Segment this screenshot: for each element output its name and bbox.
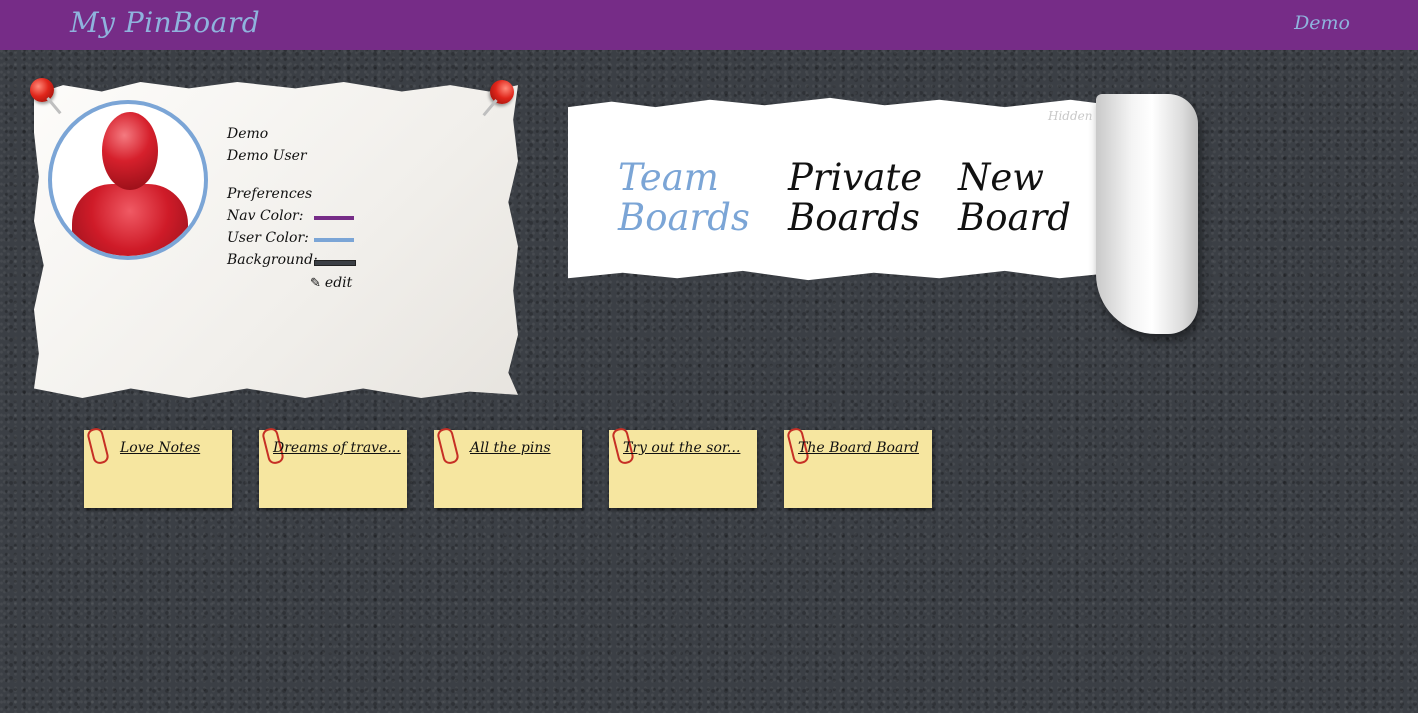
user-color-swatch [314, 238, 354, 242]
pushpin-icon [24, 76, 64, 116]
avatar-head-icon [102, 112, 158, 190]
team-boards-line2: Boards [618, 196, 750, 239]
edit-label: edit [324, 275, 353, 291]
paperclip-icon [435, 426, 461, 466]
board-note-title[interactable]: All the pins [470, 440, 551, 456]
pencil-icon: ✎ [310, 276, 321, 291]
team-boards-line1: Team [618, 156, 719, 199]
brand-logo-link[interactable]: My PinBoard [70, 6, 260, 39]
hidden-label: Hidden [1048, 109, 1093, 123]
private-boards-line2: Boards [788, 196, 920, 239]
nav-color-swatch [314, 216, 354, 220]
private-boards-link[interactable]: Private Boards [788, 158, 922, 238]
board-note[interactable]: Try out the sor... [609, 426, 757, 508]
board-note-title[interactable]: Dreams of trave... [273, 440, 401, 456]
user-color-label: User Color: [227, 230, 309, 246]
top-nav-bar: My PinBoard Demo [0, 0, 1418, 50]
paperclip-icon [85, 426, 111, 466]
nav-user-menu[interactable]: Demo [1294, 12, 1350, 34]
team-boards-link[interactable]: Team Boards [618, 158, 750, 238]
board-note-title[interactable]: Love Notes [120, 440, 200, 456]
preferences-heading: Preferences [227, 186, 313, 202]
background-swatch [314, 260, 356, 266]
paper-curl [1096, 94, 1198, 334]
profile-username: Demo [227, 126, 269, 142]
new-board-link[interactable]: New Board [958, 158, 1071, 238]
new-board-line1: New [958, 156, 1044, 199]
board-note-title[interactable]: Try out the sor... [623, 440, 740, 456]
user-avatar [48, 100, 208, 260]
pushpin-icon [480, 78, 520, 118]
private-boards-line1: Private [788, 156, 923, 199]
board-note[interactable]: Dreams of trave... [259, 426, 407, 508]
nav-color-label: Nav Color: [227, 208, 304, 224]
profile-full-name: Demo User [227, 148, 307, 164]
background-label: Background: [227, 252, 318, 268]
board-note[interactable]: All the pins [434, 426, 582, 508]
board-note[interactable]: Love Notes [84, 426, 232, 508]
board-note-title[interactable]: The Board Board [798, 440, 919, 456]
board-note[interactable]: The Board Board [784, 426, 932, 508]
avatar-body-icon [72, 184, 188, 256]
edit-preferences-link[interactable]: ✎ edit [310, 275, 352, 291]
new-board-line2: Board [958, 196, 1071, 239]
